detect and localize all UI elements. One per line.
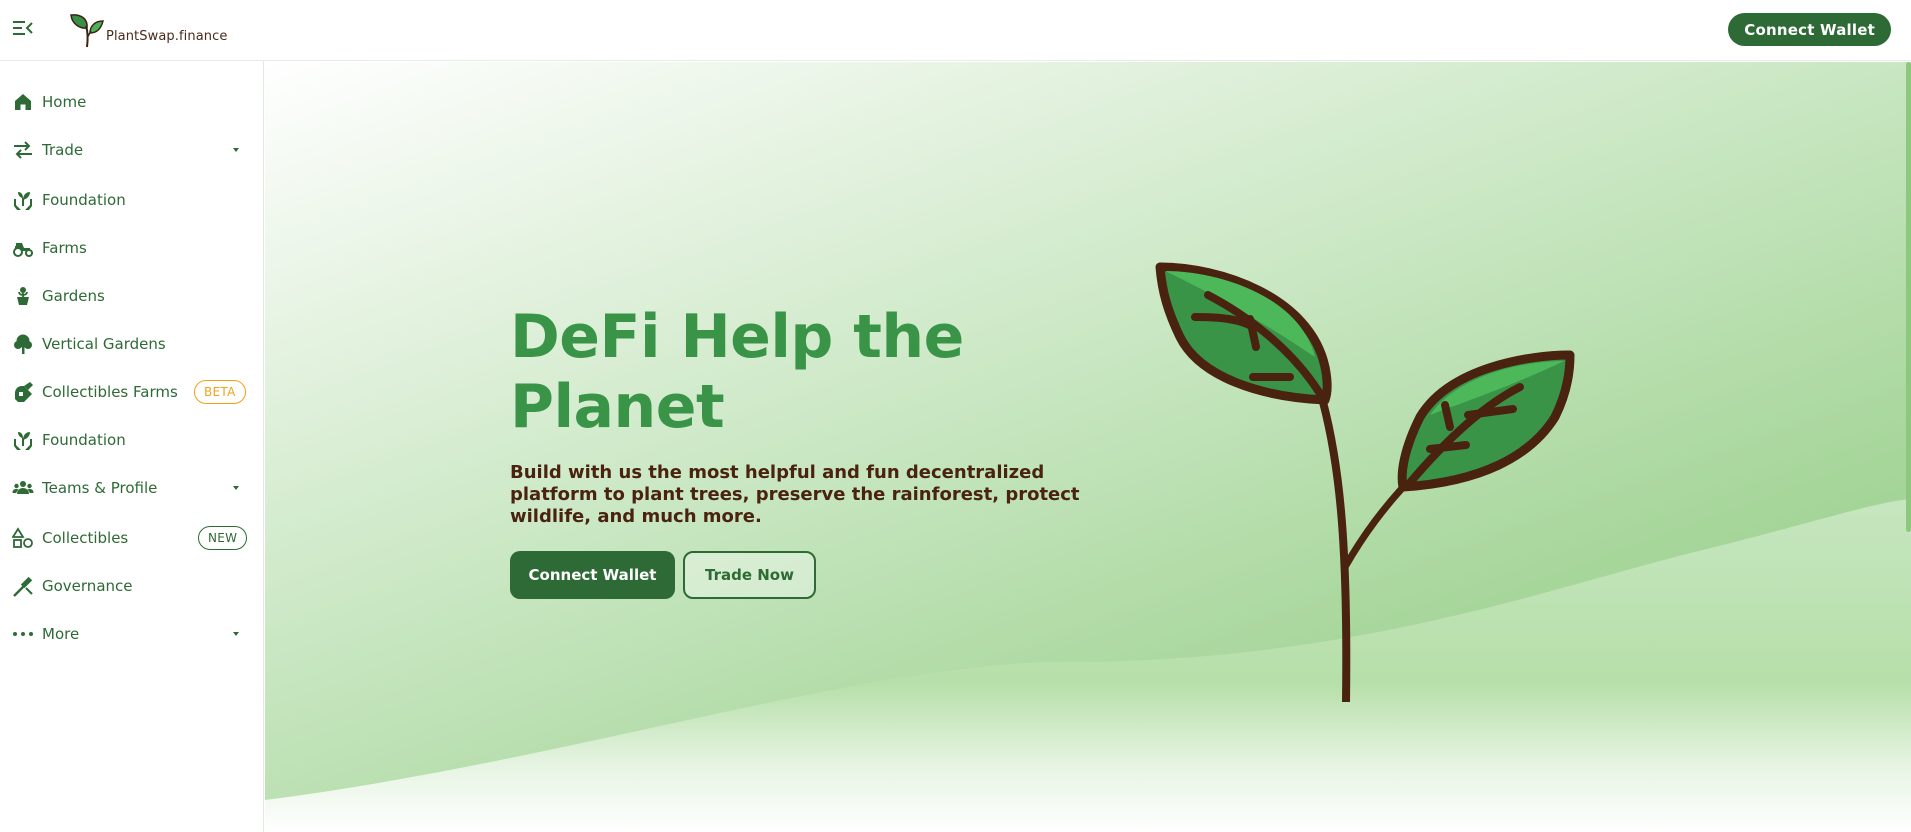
hero-title: DeFi Help the Planet [510, 302, 964, 442]
sidebar-item-collectibles[interactable]: Collectibles NEW [0, 518, 263, 558]
new-badge: NEW [198, 526, 248, 550]
sidebar-item-label: Gardens [42, 287, 105, 305]
gavel-icon [12, 575, 34, 597]
sidebar-item-label: Collectibles [42, 529, 129, 547]
sidebar-item-label: Foundation [42, 191, 126, 209]
sidebar-item-label: Foundation [42, 431, 126, 449]
home-icon [12, 91, 34, 113]
sidebar-item-label: Governance [42, 577, 133, 595]
chevron-down-icon [233, 632, 239, 636]
top-bar: PlantSwap.finance Connect Wallet [0, 0, 1911, 61]
beta-badge: BETA [194, 380, 246, 404]
team-icon [12, 477, 34, 499]
sidebar-item-farms[interactable]: Farms [0, 228, 263, 268]
sidebar-item-foundation[interactable]: Foundation [0, 180, 263, 220]
sprout-logo-icon [70, 14, 104, 48]
brand-name: PlantSwap.finance [106, 29, 228, 44]
sidebar-item-vertical-gardens[interactable]: Vertical Gardens [0, 324, 263, 364]
sidebar-item-label: Collectibles Farms [42, 383, 178, 401]
connect-wallet-button[interactable]: Connect Wallet [1728, 13, 1891, 46]
sidebar-item-label: More [42, 625, 80, 643]
watering-can-icon [12, 381, 34, 403]
hero-connect-wallet-button[interactable]: Connect Wallet [510, 551, 675, 599]
hero-section: DeFi Help the Planet Build with us the m… [265, 62, 1911, 832]
sidebar-item-gardens[interactable]: Gardens [0, 276, 263, 316]
sidebar-item-label: Trade [42, 141, 84, 159]
sidebar-item-collectibles-farms[interactable]: Collectibles Farms BETA [0, 372, 263, 412]
sprout-illustration [1155, 262, 1575, 702]
sidebar-item-foundation-2[interactable]: Foundation [0, 420, 263, 460]
sidebar-item-teams-profile[interactable]: Teams & Profile [0, 468, 263, 508]
chevron-down-icon [233, 486, 239, 490]
shapes-icon [12, 527, 34, 549]
brand-logo[interactable]: PlantSwap.finance [68, 12, 227, 48]
more-dots-icon [12, 623, 34, 645]
sidebar-item-more[interactable]: More [0, 614, 263, 654]
trade-arrows-icon [12, 139, 34, 161]
potted-plant-icon [12, 285, 34, 307]
trade-now-button[interactable]: Trade Now [683, 551, 816, 599]
hero-subtitle: Build with us the most helpful and fun d… [510, 462, 1080, 527]
sidebar-item-label: Farms [42, 239, 87, 257]
plant-hands-icon [12, 429, 34, 451]
chevron-down-icon [233, 148, 239, 152]
menu-collapse-icon[interactable] [12, 19, 34, 37]
sidebar-item-label: Teams & Profile [42, 479, 158, 497]
sidebar-item-label: Home [42, 93, 87, 111]
tree-icon [12, 333, 34, 355]
sidebar-nav: Home Trade Foundation Farms Gardens Vert… [0, 61, 264, 832]
sidebar-item-trade[interactable]: Trade [0, 130, 263, 170]
hero-wave-background [265, 499, 1911, 832]
sidebar-item-label: Vertical Gardens [42, 335, 166, 353]
sidebar-item-governance[interactable]: Governance [0, 566, 263, 606]
tractor-icon [12, 237, 34, 259]
sidebar-item-home[interactable]: Home [0, 82, 263, 122]
page-scrollbar[interactable] [1906, 62, 1911, 532]
plant-hands-icon [12, 189, 34, 211]
